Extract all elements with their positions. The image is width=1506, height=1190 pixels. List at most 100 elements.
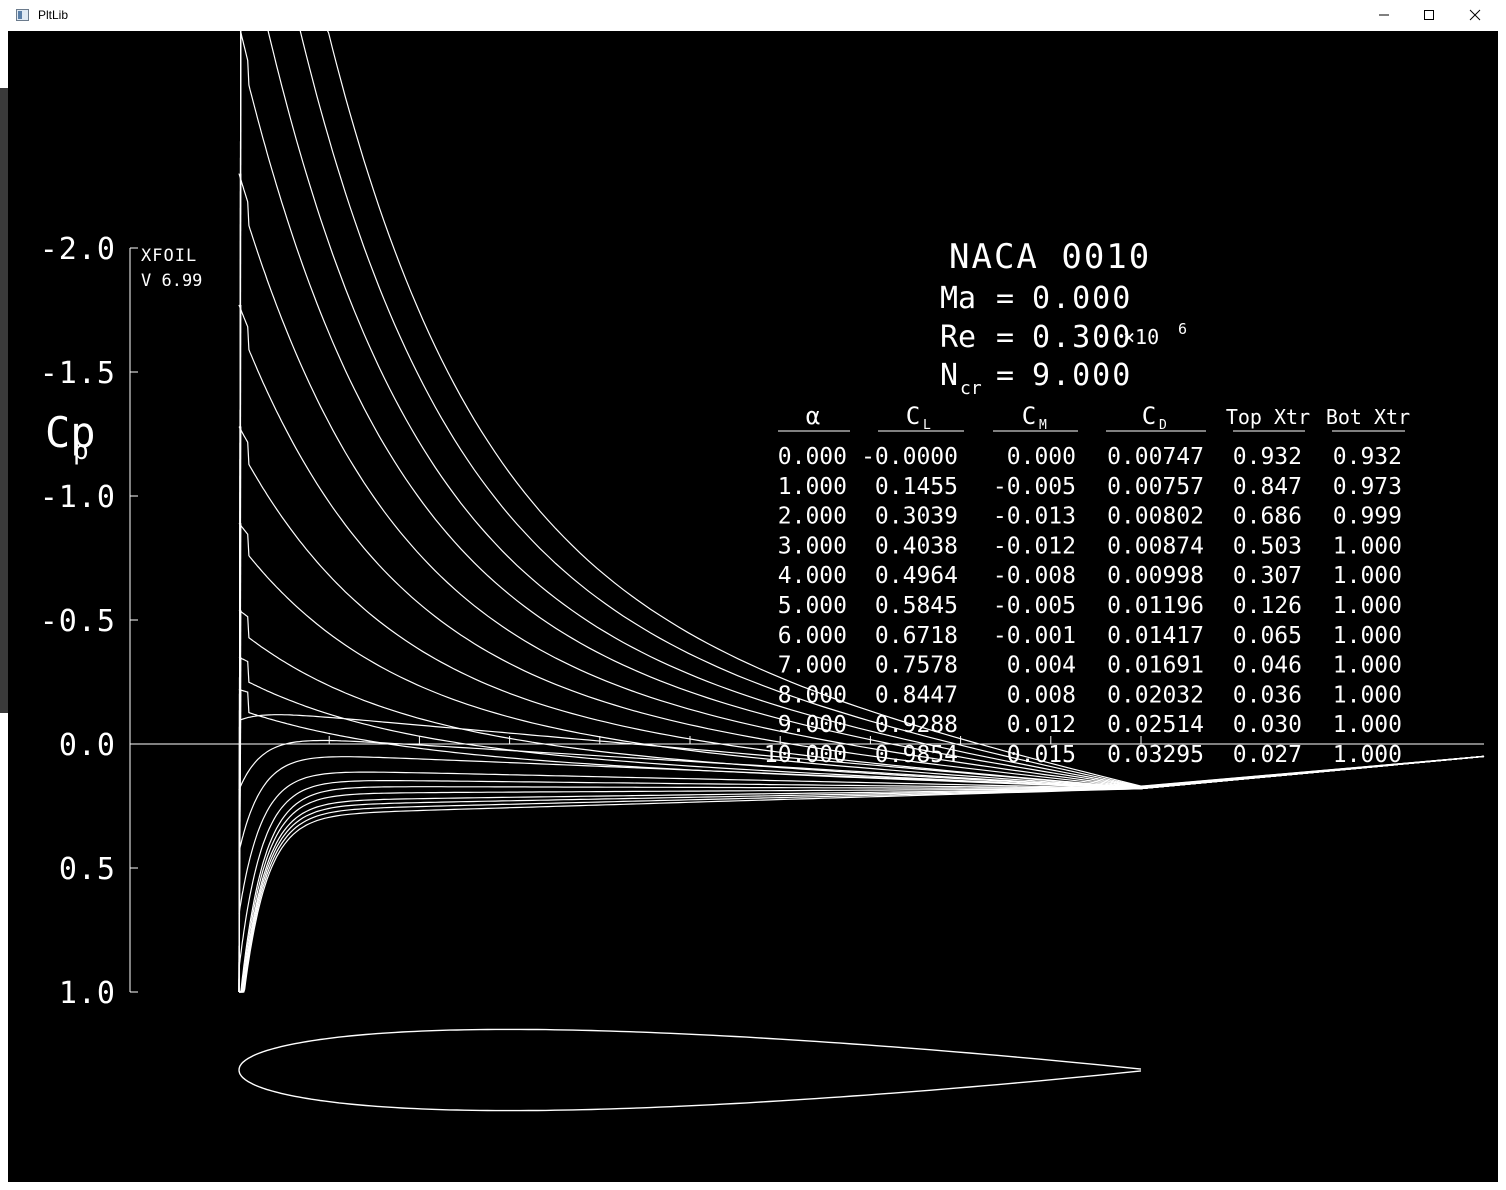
table-cell: 1.000	[778, 474, 847, 500]
table-cell: 9.000	[778, 712, 847, 738]
table-header: C	[1022, 402, 1036, 430]
window-bottom-edge	[0, 1182, 1506, 1190]
re-equals: =	[996, 320, 1014, 355]
re-value: 0.300	[1032, 320, 1132, 355]
table-cell: 0.5845	[875, 593, 958, 619]
table-cell: 0.000	[1007, 444, 1076, 470]
ma-value: 0.000	[1032, 281, 1132, 316]
table-cell: 0.027	[1233, 742, 1302, 768]
close-button[interactable]	[1452, 0, 1498, 31]
table-cell: 0.000	[778, 444, 847, 470]
table-cell: 0.00998	[1107, 563, 1204, 589]
y-ticks: -2.0 -1.5 -1.0 -0.5 0.0 0.5 1.0	[40, 232, 138, 1011]
table-cell: 0.01691	[1107, 653, 1204, 679]
table-cell: -0.005	[993, 593, 1076, 619]
table-cell: 0.932	[1333, 444, 1402, 470]
re-times: ×10	[1123, 325, 1159, 349]
table-cell: 0.126	[1233, 593, 1302, 619]
table-cell: 0.9854	[875, 742, 958, 768]
table-cell: 0.02514	[1107, 712, 1204, 738]
table-cell: 0.503	[1233, 533, 1302, 559]
table-cell: 4.000	[778, 563, 847, 589]
y-tick-label: 1.0	[59, 976, 116, 1011]
table-cell: 0.847	[1233, 474, 1302, 500]
table-header: C	[1142, 402, 1156, 430]
table-cell: 0.3039	[875, 504, 958, 530]
table-cell: 1.000	[1333, 682, 1402, 708]
table-cell: 8.000	[778, 682, 847, 708]
y-tick-label: -0.5	[40, 604, 116, 639]
table-cell: 0.030	[1233, 712, 1302, 738]
table-cell: 0.307	[1233, 563, 1302, 589]
table-cell: 1.000	[1333, 533, 1402, 559]
table-cell: 7.000	[778, 653, 847, 679]
table-header: Bot Xtr	[1326, 405, 1410, 429]
table-cell: 0.036	[1233, 682, 1302, 708]
table-cell: 0.999	[1333, 504, 1402, 530]
ma-equals: =	[996, 281, 1014, 316]
background-window-edge	[0, 88, 8, 713]
ncr-label: N	[940, 358, 958, 393]
table-cell: 10.000	[764, 742, 847, 768]
table-cell: 0.8447	[875, 682, 958, 708]
maximize-button[interactable]	[1406, 0, 1452, 31]
app-icon	[16, 9, 29, 21]
ncr-value: 9.000	[1032, 358, 1132, 393]
airfoil-upper-surface	[238, 1028, 1142, 1071]
table-cell: 0.00747	[1107, 444, 1204, 470]
y-tick-label: -2.0	[40, 232, 116, 267]
table-cell: 0.00802	[1107, 504, 1204, 530]
y-tick-label: 0.5	[59, 852, 116, 887]
table-cell: -0.008	[993, 563, 1076, 589]
table-cell: -0.0000	[861, 444, 958, 470]
table-cell: 0.4038	[875, 533, 958, 559]
table-cell: 0.012	[1007, 712, 1076, 738]
table-cell: 0.1455	[875, 474, 958, 500]
close-icon	[1469, 9, 1481, 21]
table-cell: 0.065	[1233, 623, 1302, 649]
re-exponent: 6	[1178, 320, 1187, 338]
airfoil-lower-surface	[238, 1069, 1142, 1112]
ncr-subscript: cr	[960, 378, 982, 399]
table-cell: 0.004	[1007, 653, 1076, 679]
table-cell: 0.4964	[875, 563, 958, 589]
cp-lower-curve	[239, 755, 1485, 993]
cp-lower-curve	[239, 755, 1485, 993]
table-header: C	[906, 402, 920, 430]
window-title: PltLib	[38, 8, 69, 22]
table-header: α	[806, 402, 820, 430]
table-cell: 6.000	[778, 623, 847, 649]
table-cell: 1.000	[1333, 563, 1402, 589]
table-cell: 0.015	[1007, 742, 1076, 768]
re-label: Re	[940, 320, 976, 355]
window-right-edge	[1498, 31, 1506, 1182]
cp-lower-curve	[239, 755, 1485, 993]
cp-plot: -2.0 -1.5 -1.0 -0.5 0.0 0.5 1.0 XFOIL V 6.99 C…	[40, 31, 1485, 1112]
cp-lower-curve	[238, 755, 1485, 852]
table-cell: 0.973	[1333, 474, 1402, 500]
table-cell: 2.000	[778, 504, 847, 530]
y-tick-label: -1.0	[40, 480, 116, 515]
plot-canvas: -2.0 -1.5 -1.0 -0.5 0.0 0.5 1.0 XFOIL V 6.99 C…	[8, 31, 1498, 1182]
minimize-button[interactable]	[1361, 0, 1407, 31]
table-cell: 0.008	[1007, 682, 1076, 708]
table-cell: -0.012	[993, 533, 1076, 559]
cp-lower-curve	[239, 755, 1485, 993]
table-cell: 0.9288	[875, 712, 958, 738]
table-cell: 1.000	[1333, 712, 1402, 738]
airfoil-outline	[238, 1028, 1142, 1112]
y-tick-label: 0.0	[59, 728, 116, 763]
maximize-icon	[1424, 10, 1434, 20]
table-cell: 5.000	[778, 593, 847, 619]
polar-table: α C L C M C D Top Xtr Bot Xtr0.000 -0.0000 0.000 0.…	[764, 402, 1410, 768]
window-titlebar: PltLib	[0, 0, 1506, 31]
table-cell: 0.932	[1233, 444, 1302, 470]
minimize-icon	[1379, 14, 1389, 16]
table-cell: 0.046	[1233, 653, 1302, 679]
table-cell: 0.686	[1233, 504, 1302, 530]
table-cell: -0.001	[993, 623, 1076, 649]
table-cell: 1.000	[1333, 593, 1402, 619]
chart-title: NACA 0010	[949, 237, 1151, 277]
table-header: Top Xtr	[1226, 405, 1310, 429]
table-cell: -0.005	[993, 474, 1076, 500]
